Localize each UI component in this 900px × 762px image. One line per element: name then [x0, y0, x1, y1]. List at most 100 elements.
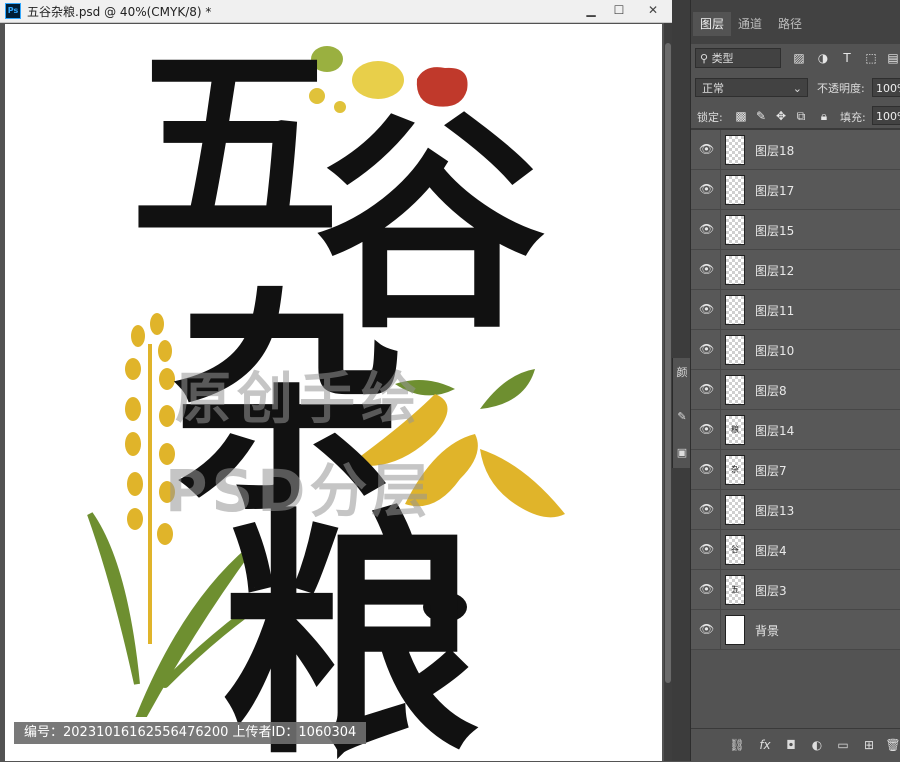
image-filter-icon[interactable]: ▨	[791, 50, 807, 66]
blend-row: 正常 ⌄ 不透明度: 100%	[691, 76, 900, 100]
document-canvas[interactable]: 五 谷 杂 粮 原创手绘 PSD分层	[5, 24, 662, 761]
lock-transparent-icon[interactable]: ▩	[733, 108, 749, 124]
layer-row[interactable]: 👁︎ 谷 图层4	[691, 530, 900, 570]
lock-position-icon[interactable]: ✥	[773, 108, 789, 124]
layer-row[interactable]: 👁︎ 图层13	[691, 490, 900, 530]
folder-icon[interactable]: ▭	[835, 737, 851, 753]
layer-name: 图层14	[755, 424, 795, 438]
layer-filter-row: ⚲ 类型 ▨ ◑ T ⬚ ▤	[691, 46, 900, 72]
adjustment-icon[interactable]: ◐	[809, 737, 825, 753]
opacity-label: 不透明度:	[817, 82, 865, 95]
layer-filter-select[interactable]: ⚲ 类型	[695, 48, 781, 68]
eye-icon[interactable]: 👁︎	[699, 502, 714, 516]
scrollbar-thumb[interactable]	[665, 43, 671, 683]
eye-icon[interactable]: 👁︎	[699, 302, 714, 316]
eye-icon[interactable]: 👁︎	[699, 422, 714, 436]
lock-label: 锁定:	[697, 111, 723, 124]
layer-name: 图层15	[755, 224, 795, 238]
blend-mode-value: 正常	[702, 82, 724, 95]
layer-name: 图层8	[755, 384, 787, 398]
layer-row[interactable]: 👁︎ 图层12	[691, 250, 900, 290]
opacity-input[interactable]: 100%	[872, 78, 900, 97]
layer-thumbnail	[725, 495, 745, 525]
vertical-scrollbar[interactable]	[664, 23, 672, 761]
layer-thumbnail	[725, 375, 745, 405]
link-icon[interactable]: ⛓	[729, 737, 745, 753]
mask-icon[interactable]: ◘	[783, 737, 799, 753]
layer-name: 图层17	[755, 184, 795, 198]
brush-settings-icon[interactable]: ✎	[675, 410, 689, 424]
layer-thumbnail	[725, 215, 745, 245]
lock-image-icon[interactable]: ✎	[753, 108, 769, 124]
layer-name: 图层11	[755, 304, 795, 318]
lock-row: 锁定: ▩ ✎ ✥ ⧉ 🔒︎ 填充: 100%	[691, 104, 900, 128]
layer-row[interactable]: 👁︎ 五 图层3	[691, 570, 900, 610]
layer-row[interactable]: 👁︎ 图层17	[691, 170, 900, 210]
layers-list: 👁︎ 图层18 👁︎ 图层17 👁︎ 图层15 👁︎ 图层12 👁︎ 图层11 …	[691, 130, 900, 650]
layer-row[interactable]: 👁︎ 图层11	[691, 290, 900, 330]
layer-row[interactable]: 👁︎ 杂 图层7	[691, 450, 900, 490]
lock-all-icon[interactable]: 🔒︎	[816, 108, 832, 124]
photoshop-icon: Ps	[5, 3, 21, 19]
layer-row[interactable]: 👁︎ 图层8	[691, 370, 900, 410]
fill-label: 填充:	[840, 111, 866, 124]
eye-icon[interactable]: 👁︎	[699, 262, 714, 276]
layer-thumbnail	[725, 615, 745, 645]
layer-row[interactable]: 👁︎ 粮 图层14	[691, 410, 900, 450]
tab-channels[interactable]: 通道	[731, 12, 769, 36]
eye-icon[interactable]: 👁︎	[699, 542, 714, 556]
layer-thumbnail: 谷	[725, 535, 745, 565]
layers-panel-footer: ⛓ fx ◘ ◐ ▭ ⊞ 🗑︎	[691, 728, 900, 762]
layer-row[interactable]: 👁︎ 图层15	[691, 210, 900, 250]
fx-icon[interactable]: fx	[757, 737, 773, 753]
layer-row-background[interactable]: 👁︎ 背景	[691, 610, 900, 650]
document-titlebar[interactable]: Ps 五谷杂粮.psd @ 40%(CMYK/8) * ▁ ☐ ✕	[0, 0, 672, 23]
panel-label-icon: 颜	[676, 366, 688, 379]
layer-row[interactable]: 👁︎ 图层18	[691, 130, 900, 170]
upload-info-bar: 编号：20231016162556476200 上传者ID：1060304	[14, 722, 367, 744]
panel-tabs: 图层 通道 路径	[691, 0, 900, 44]
type-filter-icon[interactable]: T	[839, 50, 855, 66]
adjustment-filter-icon[interactable]: ◑	[815, 50, 831, 66]
eye-icon[interactable]: 👁︎	[699, 382, 714, 396]
blend-mode-select[interactable]: 正常 ⌄	[695, 78, 808, 97]
layer-name: 图层3	[755, 584, 787, 598]
eye-icon[interactable]: 👁︎	[699, 142, 714, 156]
panel-icon[interactable]: ▣	[675, 446, 689, 460]
close-button[interactable]: ✕	[640, 2, 666, 19]
shape-filter-icon[interactable]: ⬚	[863, 50, 879, 66]
layer-name: 图层4	[755, 544, 787, 558]
filter-label: 类型	[711, 52, 734, 65]
document-window: Ps 五谷杂粮.psd @ 40%(CMYK/8) * ▁ ☐ ✕ 五 谷 杂 …	[0, 0, 672, 761]
layer-thumbnail	[725, 175, 745, 205]
fill-input[interactable]: 100%	[872, 106, 900, 125]
title-glyph-wu: 五	[130, 24, 341, 269]
maximize-button[interactable]: ☐	[606, 2, 632, 19]
layer-thumbnail	[725, 255, 745, 285]
layer-thumbnail	[725, 135, 745, 165]
layer-thumbnail: 粮	[725, 415, 745, 445]
trash-icon[interactable]: 🗑︎	[885, 737, 900, 753]
lock-artboard-icon[interactable]: ⧉	[793, 108, 809, 124]
layer-name: 图层7	[755, 464, 787, 478]
eye-icon[interactable]: 👁︎	[699, 622, 714, 636]
layer-row[interactable]: 👁︎ 图层10	[691, 330, 900, 370]
eye-icon[interactable]: 👁︎	[699, 462, 714, 476]
document-title: 五谷杂粮.psd @ 40%(CMYK/8) *	[27, 5, 212, 19]
tab-layers[interactable]: 图层	[693, 12, 732, 36]
collapsed-panel-tab[interactable]: 颜 ✎ ▣	[672, 358, 691, 468]
new-layer-icon[interactable]: ⊞	[861, 737, 877, 753]
eye-icon[interactable]: 👁︎	[699, 342, 714, 356]
layer-thumbnail: 杂	[725, 455, 745, 485]
canvas-area[interactable]: 五 谷 杂 粮 原创手绘 PSD分层 编号：202310161625564762…	[0, 23, 672, 761]
eye-icon[interactable]: 👁︎	[699, 222, 714, 236]
layer-name: 图层13	[755, 504, 795, 518]
minimize-button[interactable]: ▁	[578, 2, 604, 19]
tab-paths[interactable]: 路径	[771, 12, 809, 36]
eye-icon[interactable]: 👁︎	[699, 582, 714, 596]
smart-object-filter-icon[interactable]: ▤	[885, 50, 900, 66]
layers-panel: 图层 通道 路径 ⚲ 类型 ▨ ◑ T ⬚ ▤ 正常 ⌄ 不透明度: 100% …	[690, 0, 900, 762]
layer-name: 图层12	[755, 264, 795, 278]
layer-thumbnail: 五	[725, 575, 745, 605]
eye-icon[interactable]: 👁︎	[699, 182, 714, 196]
